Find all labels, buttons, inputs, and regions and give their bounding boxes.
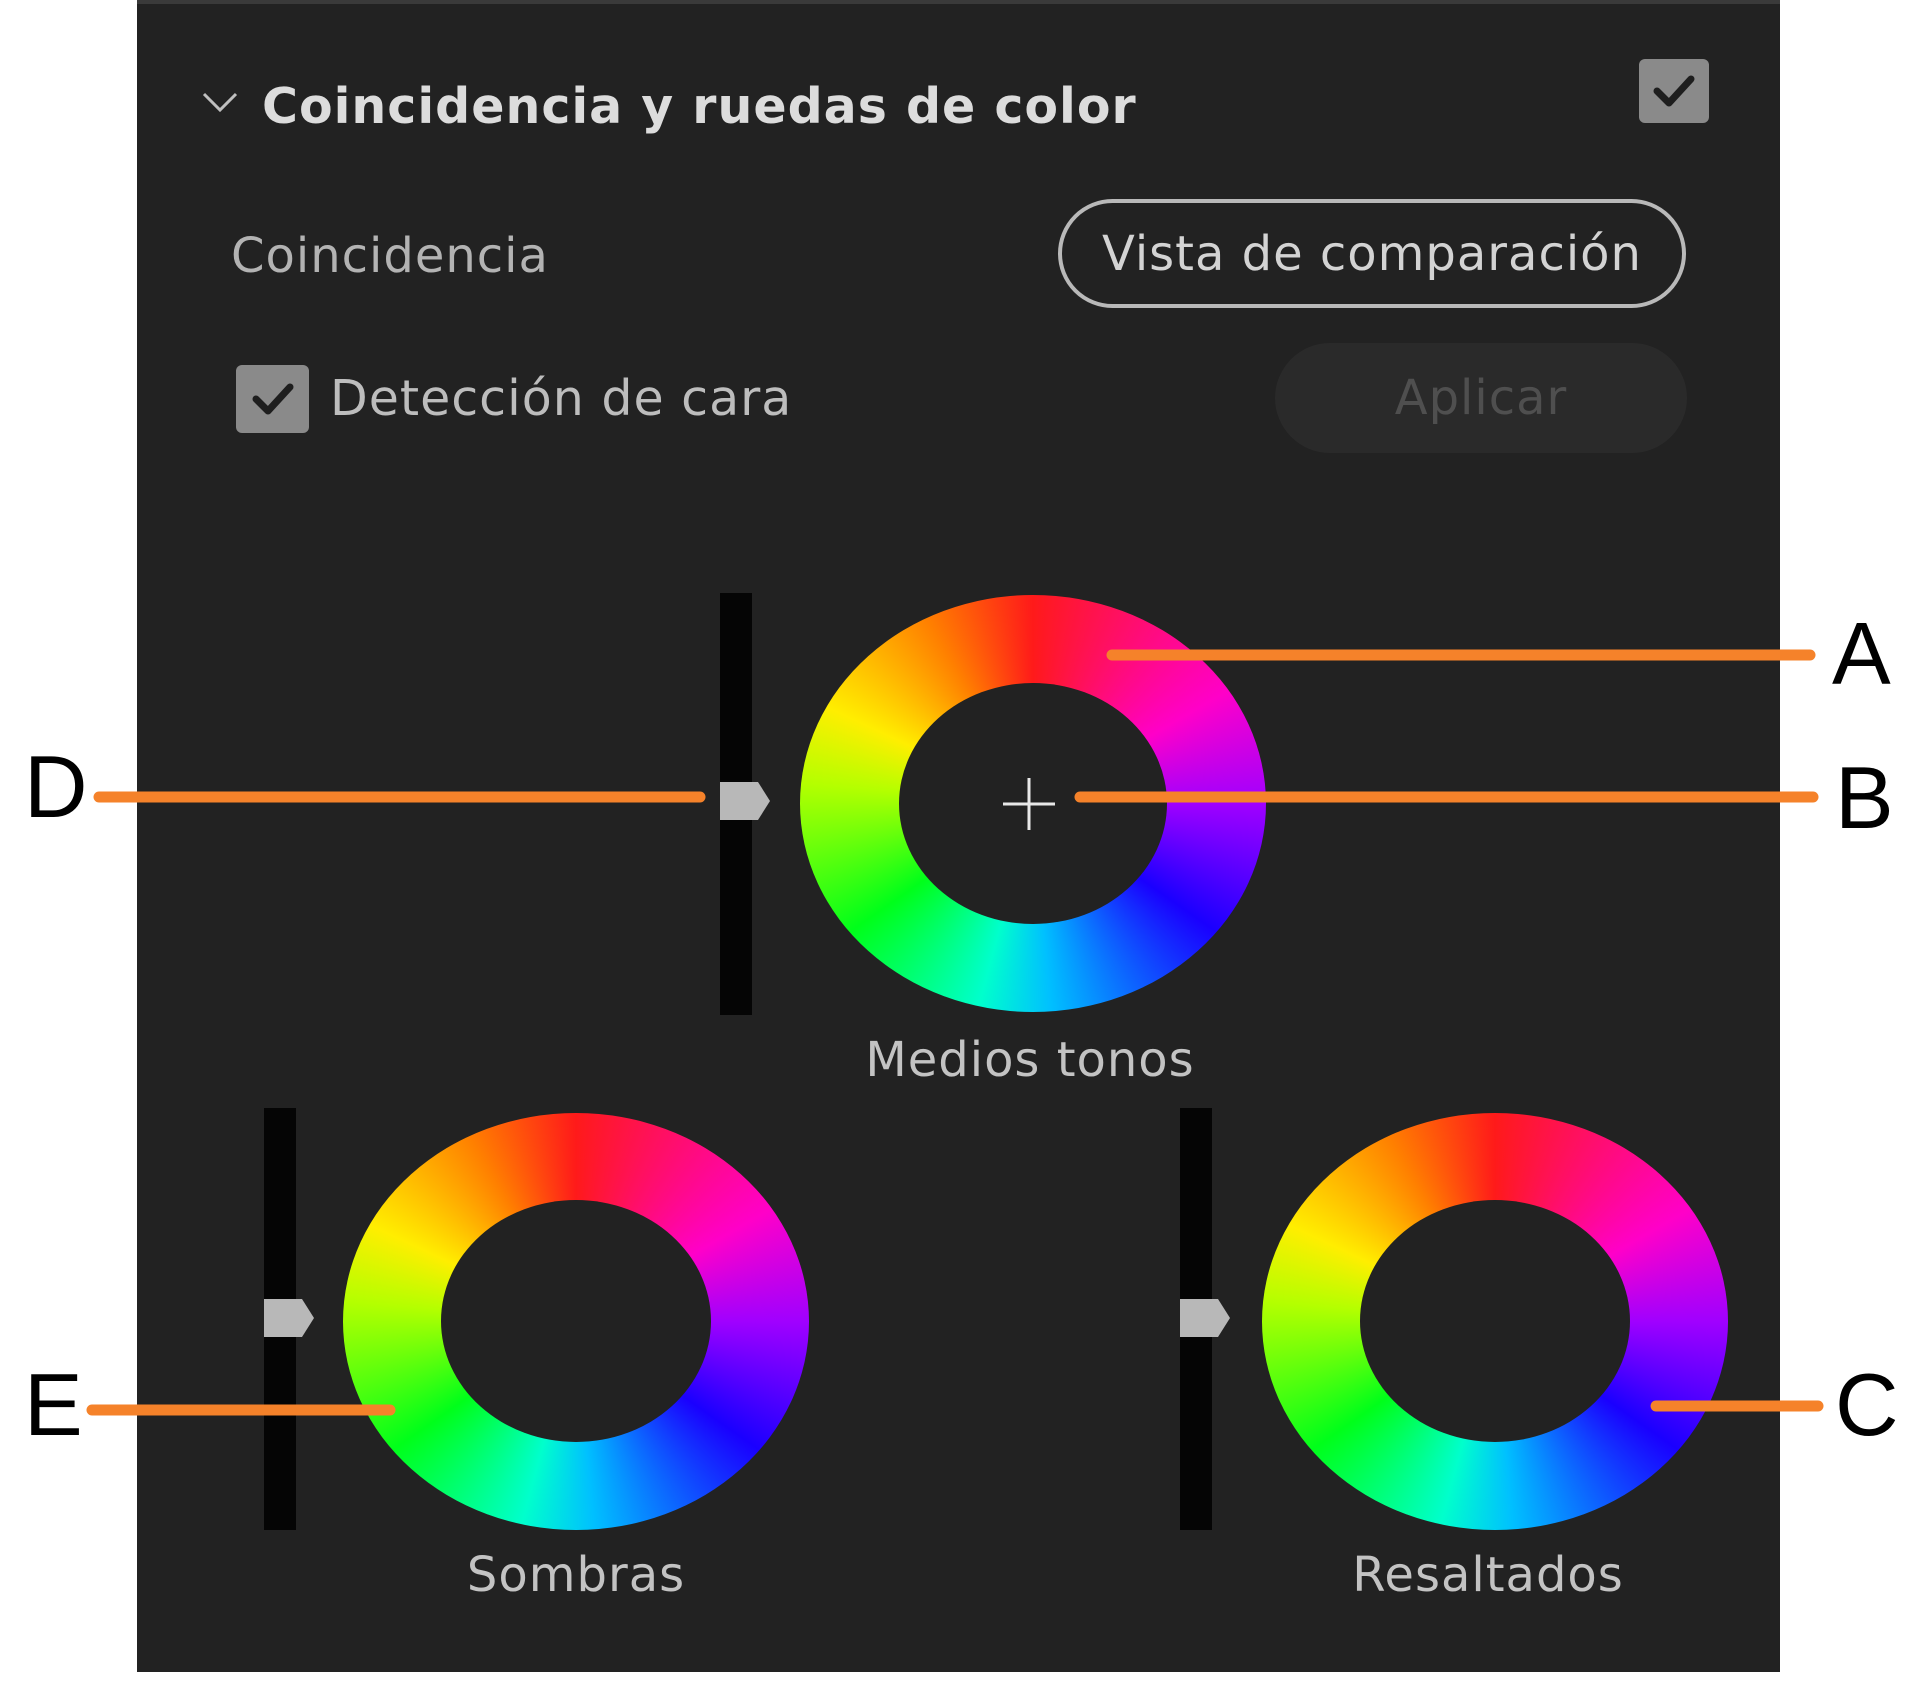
callout-label-a: A <box>1832 604 1891 703</box>
screenshot-stage: Coincidencia y ruedas de color Coinciden… <box>0 0 1920 1681</box>
callout-label-b: B <box>1835 748 1894 847</box>
callout-label-d: D <box>24 737 88 836</box>
callout-label-e: E <box>24 1355 83 1454</box>
callout-label-c: C <box>1835 1355 1899 1454</box>
callout-lines <box>86 649 1824 1416</box>
